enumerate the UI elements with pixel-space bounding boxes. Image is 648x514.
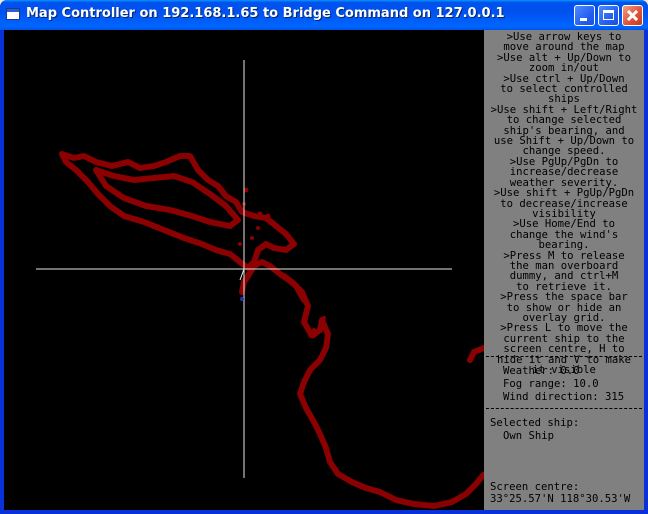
map-canvas[interactable] (4, 30, 484, 510)
app-window: Map Controller on 192.168.1.65 to Bridge… (0, 0, 648, 514)
coastline-debris (238, 187, 326, 332)
coastline (59, 151, 484, 509)
wind-direction-readout: Wind direction: 315 (503, 391, 625, 403)
weather-readout: Weather: 0.0 (503, 365, 580, 377)
window-border-right (644, 30, 648, 514)
map-drawing (36, 60, 484, 509)
help-line: >Press the space bar (500, 291, 628, 304)
selected-ship-label: Selected ship: (490, 417, 580, 429)
help-line: >Use shift + PgUp/PgDn (493, 187, 635, 200)
window-title: Map Controller on 192.168.1.65 to Bridge… (26, 6, 505, 21)
close-button[interactable] (622, 5, 643, 26)
help-text: >Use arrow keys to move around the map >… (484, 31, 644, 375)
fog-range-readout: Fog range: 10.0 (503, 378, 599, 390)
app-window-icon (6, 8, 20, 20)
divider (486, 408, 642, 409)
maximize-button[interactable] (598, 5, 619, 26)
screen-centre-label: Screen centre: (490, 481, 580, 493)
maximize-icon (603, 10, 614, 20)
info-panel: >Use arrow keys to move around the map >… (484, 30, 644, 510)
selected-ship-value: Own Ship (503, 430, 555, 442)
title-bar[interactable]: Map Controller on 192.168.1.65 to Bridge… (0, 0, 648, 30)
close-icon (623, 6, 642, 25)
window-border-bottom (0, 510, 648, 514)
divider (486, 356, 642, 357)
minimize-button[interactable] (574, 5, 595, 26)
minimize-icon (580, 18, 587, 21)
help-line: bearing. (538, 239, 590, 252)
screen-centre-value: 33°25.57'N 118°30.53'W (490, 493, 631, 505)
